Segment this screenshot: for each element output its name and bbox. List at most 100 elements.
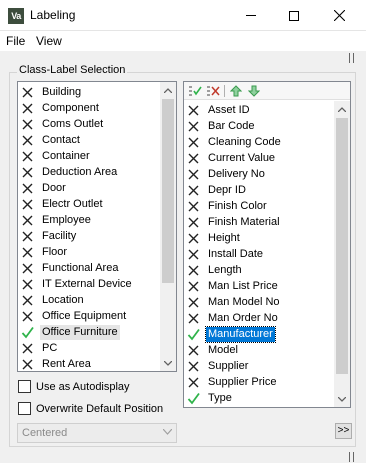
cross-icon (187, 296, 200, 309)
list-item[interactable]: Man List Price (187, 278, 280, 294)
list-item[interactable]: Coms Outlet (21, 116, 105, 132)
list-item[interactable]: Functional Area (21, 260, 120, 276)
list-item[interactable]: Electr Outlet (21, 196, 105, 212)
list-item[interactable]: Building (21, 84, 83, 100)
scroll-thumb[interactable] (336, 118, 348, 374)
cross-icon (187, 360, 200, 373)
list-item-label: Employee (42, 213, 91, 226)
list-item-label: Door (42, 181, 66, 194)
list-item[interactable]: Manufacturer (187, 325, 276, 343)
list-item[interactable]: Cleaning Code (187, 134, 283, 150)
list-item-label: Manufacturer (205, 325, 276, 343)
maximize-button[interactable] (271, 0, 317, 31)
list-item[interactable]: Employee (21, 212, 93, 228)
list-item[interactable]: Depr ID (187, 182, 248, 198)
cross-icon (187, 248, 200, 261)
list-item-label: Depr ID (208, 183, 246, 196)
cross-icon (187, 216, 200, 229)
splitter-grip-top[interactable] (349, 53, 354, 63)
list-item[interactable]: Height (187, 230, 242, 246)
list-item[interactable]: Finish Material (187, 214, 282, 230)
scroll-up-arrow[interactable] (334, 101, 350, 117)
list-item[interactable]: Location (21, 292, 86, 308)
list-item[interactable]: Floor (21, 244, 69, 260)
list-item-label: Facility (42, 229, 77, 242)
cross-icon (187, 264, 200, 277)
list-item[interactable]: Model (187, 342, 240, 358)
scroll-up-arrow[interactable] (160, 82, 176, 98)
list-item[interactable]: Install Date (187, 246, 265, 262)
position-select[interactable]: Centered (17, 423, 177, 443)
list-item[interactable]: Rent Area (21, 356, 93, 371)
cross-icon (187, 152, 200, 165)
list-item-label: Supplier (208, 359, 249, 372)
cross-icon (187, 232, 200, 245)
list-item[interactable]: Door (21, 180, 68, 196)
list-item[interactable]: Finish Color (187, 198, 269, 214)
list-item[interactable]: PC (21, 340, 59, 356)
list-item-label: IT External Device (42, 277, 132, 290)
list-item-label: Height (208, 231, 240, 244)
overwrite-position-label: Overwrite Default Position (36, 402, 164, 415)
list-item-label: Location (42, 293, 84, 306)
minimize-button[interactable] (228, 0, 274, 31)
list-item-label: Length (208, 263, 242, 276)
list-item[interactable]: Component (21, 100, 101, 116)
list-item[interactable]: Container (21, 148, 92, 164)
list-item[interactable]: Type (187, 390, 234, 406)
scroll-down-arrow[interactable] (160, 355, 176, 371)
list-item[interactable]: Delivery No (187, 166, 267, 182)
cross-icon (21, 278, 34, 291)
splitter-grip-bottom[interactable] (349, 452, 354, 462)
overwrite-position-checkbox[interactable] (18, 402, 31, 415)
cross-icon (21, 102, 34, 115)
list-item-label: Model (208, 343, 238, 356)
cross-icon (187, 136, 200, 149)
list-item[interactable]: Bar Code (187, 118, 256, 134)
list-item-label: Contact (42, 133, 80, 146)
close-button[interactable] (316, 0, 362, 31)
cross-icon (21, 246, 34, 259)
list-item-label: Building (42, 85, 82, 98)
autodisplay-checkbox[interactable] (18, 380, 31, 393)
list-item-label: Floor (42, 245, 68, 258)
expand-button[interactable]: >> (335, 423, 352, 439)
list-item[interactable]: Supplier (187, 358, 250, 374)
list-item[interactable]: Current Value (187, 150, 277, 166)
cross-icon (21, 230, 34, 243)
list-item[interactable]: Man Order No (187, 310, 280, 326)
toolbar-separator (224, 85, 225, 97)
class-list[interactable]: Building Component Coms Outlet Contact Conta… (17, 81, 177, 372)
list-item[interactable]: Man Model No (187, 294, 282, 310)
groupbox-title: Class-Label Selection (17, 64, 128, 76)
cross-icon (21, 166, 34, 179)
menu-file[interactable]: File (6, 34, 25, 48)
list-item[interactable]: Deduction Area (21, 164, 119, 180)
label-list-panel: Asset ID Bar Code Cleaning Code Current Val… (183, 81, 351, 408)
move-up-button[interactable] (229, 84, 243, 98)
menu-view[interactable]: View (36, 34, 62, 48)
class-list-scrollbar[interactable] (160, 82, 176, 371)
check-all-button[interactable] (188, 84, 202, 98)
cross-icon (21, 198, 34, 211)
list-item[interactable]: Asset ID (187, 102, 252, 118)
list-item[interactable]: Length (187, 262, 244, 278)
list-item[interactable]: Office Furniture (21, 324, 120, 340)
list-item-label: Electr Outlet (42, 197, 103, 210)
overwrite-position-option[interactable]: Overwrite Default Position (18, 402, 163, 415)
list-item[interactable]: Contact (21, 132, 82, 148)
list-item[interactable]: IT External Device (21, 276, 134, 292)
autodisplay-option[interactable]: Use as Autodisplay (18, 380, 130, 393)
scroll-thumb[interactable] (162, 99, 174, 283)
chevron-down-icon (164, 360, 172, 366)
list-item-label: Finish Color (208, 199, 267, 212)
list-item[interactable]: Office Equipment (21, 308, 128, 324)
move-down-button[interactable] (247, 84, 261, 98)
uncheck-all-button[interactable] (206, 84, 220, 98)
cross-icon (187, 104, 200, 117)
list-item[interactable]: Facility (21, 228, 78, 244)
cross-icon (21, 310, 34, 323)
list-item[interactable]: Supplier Price (187, 374, 278, 390)
label-list-scrollbar[interactable] (334, 101, 350, 407)
scroll-down-arrow[interactable] (334, 391, 350, 407)
